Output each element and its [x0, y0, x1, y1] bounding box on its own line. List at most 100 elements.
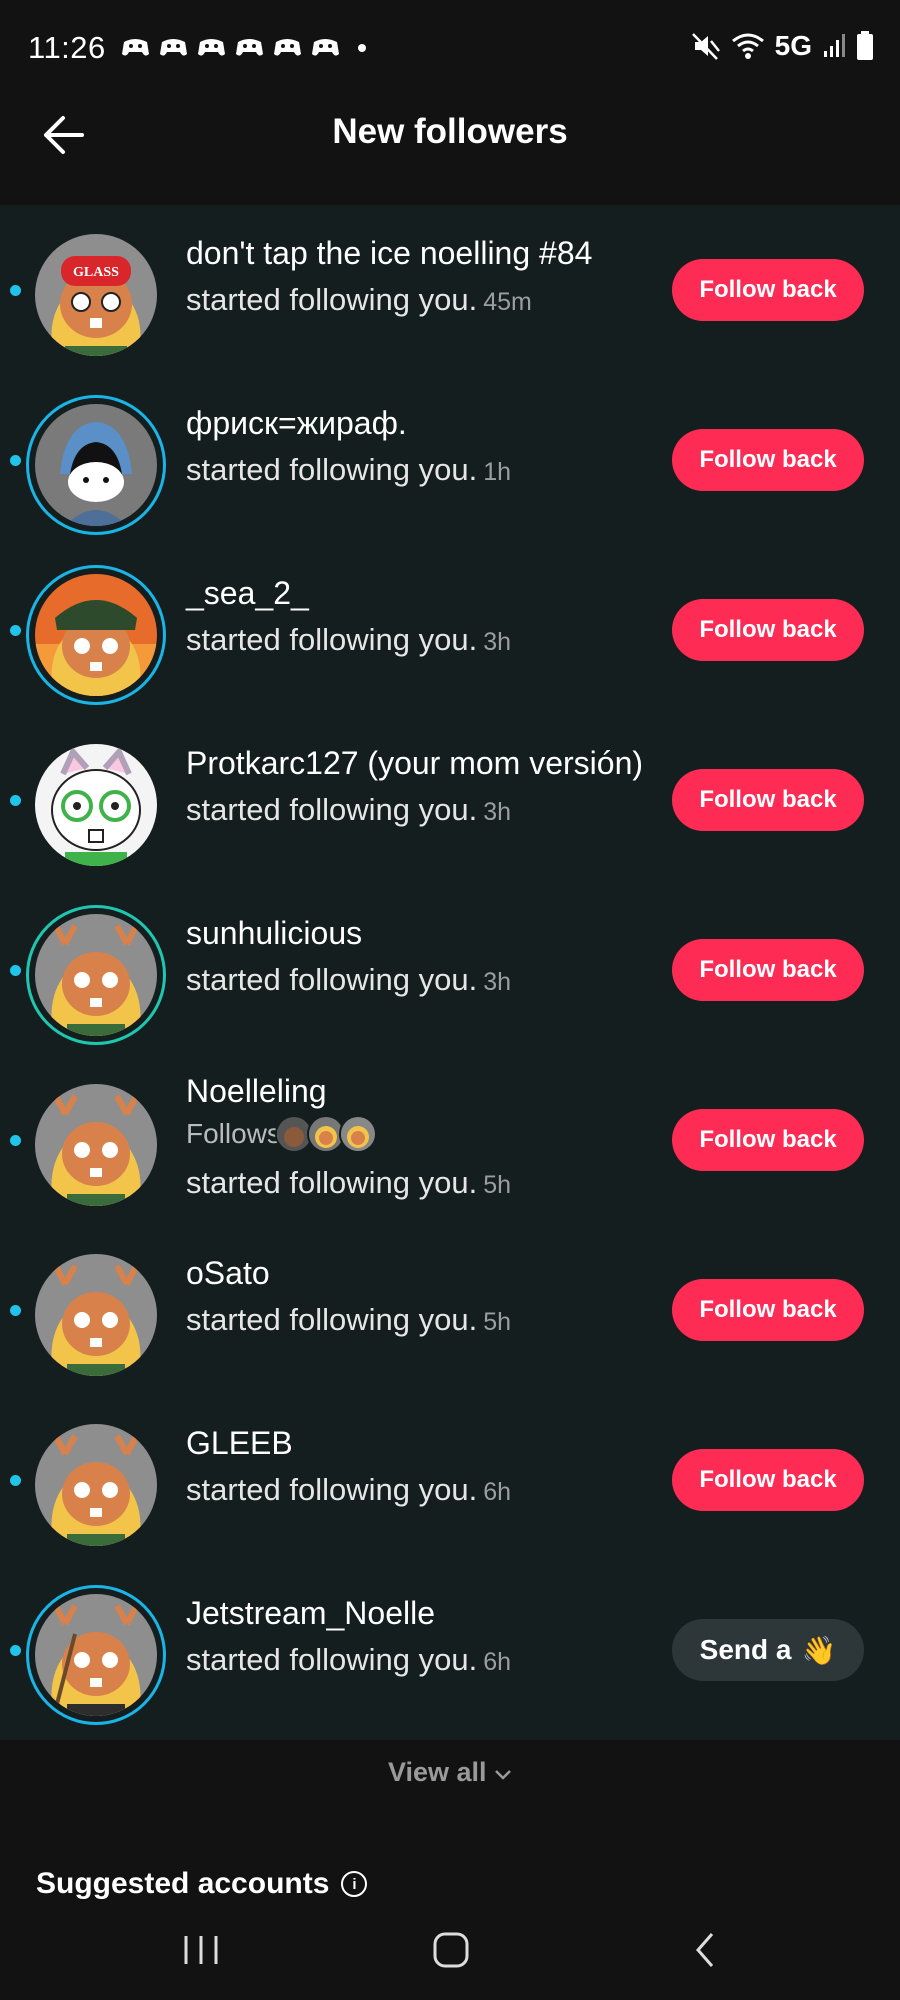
follower-row[interactable]: sunhulicious started following you. 3h Fo…	[0, 885, 900, 1055]
follower-name[interactable]: sunhulicious	[186, 915, 362, 952]
follower-row[interactable]: _sea_2_ started following you. 3h Follow …	[0, 545, 900, 715]
follow-back-button[interactable]: Follow back	[672, 599, 864, 661]
game-notification-icon	[198, 39, 225, 56]
follower-name[interactable]: GLEEB	[186, 1425, 293, 1462]
timestamp: 3h	[483, 798, 512, 826]
follower-activity: started following you. 5h	[186, 1165, 512, 1200]
home-icon[interactable]	[426, 1930, 476, 1970]
wave-emoji-icon: 👋	[801, 1634, 837, 1666]
timestamp: 5h	[483, 1171, 512, 1199]
notification-icons	[120, 36, 366, 60]
game-notification-icon	[236, 39, 263, 56]
avatar[interactable]	[26, 735, 166, 875]
avatar[interactable]	[26, 1075, 166, 1215]
mute-icon	[691, 33, 720, 60]
avatar-image	[35, 1424, 157, 1546]
unread-dot	[10, 1645, 21, 1656]
back-nav-icon[interactable]	[680, 1930, 730, 1970]
timestamp: 6h	[483, 1648, 512, 1676]
signal-icon	[824, 34, 845, 57]
follower-activity: started following you. 6h	[186, 1472, 512, 1507]
follower-activity: started following you. 1h	[186, 452, 512, 487]
follower-name[interactable]: don't tap the ice noelling #84	[186, 235, 592, 272]
game-notification-icon	[312, 39, 339, 56]
game-notification-icon	[274, 39, 301, 56]
follower-name[interactable]: Noelleling	[186, 1073, 327, 1110]
follow-back-button[interactable]: Follow back	[672, 769, 864, 831]
unread-dot	[10, 965, 21, 976]
view-all-button[interactable]: View all	[0, 1757, 900, 1788]
follower-name[interactable]: Jetstream_Noelle	[186, 1595, 435, 1632]
unread-dot	[10, 1475, 21, 1486]
more-notifications-dot	[358, 44, 366, 52]
follow-back-button[interactable]: Follow back	[672, 1109, 864, 1171]
avatar[interactable]: GLASS	[26, 225, 166, 365]
follower-row[interactable]: GLASS don't tap the ice noelling #84 sta…	[0, 205, 900, 375]
follower-activity: started following you. 3h	[186, 962, 512, 997]
avatar-image	[35, 1594, 157, 1716]
follower-activity: started following you. 3h	[186, 622, 512, 657]
wifi-icon	[731, 33, 764, 59]
mutual-follows[interactable]: Follows	[186, 1115, 377, 1153]
app-header: New followers	[0, 100, 900, 205]
page-title: New followers	[332, 112, 568, 151]
timestamp: 3h	[483, 968, 512, 996]
timestamp: 5h	[483, 1308, 512, 1336]
follower-row[interactable]: GLEEB started following you. 6h Follow ba…	[0, 1395, 900, 1565]
follower-row[interactable]: oSato started following you. 5h Follow ba…	[0, 1225, 900, 1395]
avatar[interactable]	[26, 1585, 166, 1725]
game-notification-icon	[160, 39, 187, 56]
follow-back-button[interactable]: Follow back	[672, 429, 864, 491]
avatar[interactable]	[26, 1245, 166, 1385]
follower-row[interactable]: Jetstream_Noelle started following you. 6…	[0, 1565, 900, 1735]
unread-dot	[10, 625, 21, 636]
avatar[interactable]	[26, 1415, 166, 1555]
follower-activity: started following you. 3h	[186, 792, 512, 827]
unread-dot	[10, 1135, 21, 1146]
timestamp: 45m	[483, 288, 532, 316]
recent-apps-icon[interactable]	[176, 1930, 226, 1970]
followers-list: GLASS don't tap the ice noelling #84 sta…	[0, 205, 900, 1740]
suggested-accounts-heading: Suggested accounts i	[36, 1867, 368, 1901]
unread-dot	[10, 455, 21, 466]
follower-activity: started following you. 6h	[186, 1642, 512, 1677]
send-wave-button[interactable]: Send a 👋	[672, 1619, 864, 1681]
avatar[interactable]	[26, 395, 166, 535]
avatar-image	[35, 1084, 157, 1206]
avatar-image	[35, 574, 157, 696]
status-bar: 11:26 5G	[0, 0, 900, 100]
follower-row[interactable]: Protkarc127 (your mom versión) started f…	[0, 715, 900, 885]
follow-back-button[interactable]: Follow back	[672, 259, 864, 321]
mutual-avatar	[338, 1115, 377, 1153]
system-nav-bar	[0, 1900, 900, 2000]
follow-back-button[interactable]: Follow back	[672, 939, 864, 1001]
follower-name[interactable]: Protkarc127 (your mom versión)	[186, 745, 643, 782]
battery-icon	[857, 31, 873, 60]
follower-name[interactable]: фриск=жираф.	[186, 405, 407, 442]
follow-back-button[interactable]: Follow back	[672, 1279, 864, 1341]
timestamp: 1h	[483, 458, 512, 486]
avatar[interactable]	[26, 905, 166, 1045]
follower-activity: started following you. 5h	[186, 1302, 512, 1337]
follower-activity: started following you. 45m	[186, 282, 532, 317]
avatar-image	[35, 914, 157, 1036]
follower-row[interactable]: фриск=жираф. started following you. 1h Fo…	[0, 375, 900, 545]
unread-dot	[10, 795, 21, 806]
network-label: 5G	[774, 30, 812, 61]
follow-back-button[interactable]: Follow back	[672, 1449, 864, 1511]
avatar[interactable]	[26, 565, 166, 705]
avatar-image	[35, 404, 157, 526]
game-notification-icon	[122, 39, 149, 56]
chevron-down-icon	[495, 1770, 511, 1780]
info-icon[interactable]: i	[341, 1871, 368, 1897]
follower-name[interactable]: _sea_2_	[186, 575, 309, 612]
follower-name[interactable]: oSato	[186, 1255, 270, 1292]
follower-row[interactable]: Noelleling Follows started following you…	[0, 1055, 900, 1225]
timestamp: 3h	[483, 628, 512, 656]
unread-dot	[10, 1305, 21, 1316]
avatar-image: GLASS	[35, 234, 157, 356]
clock: 11:26	[28, 30, 106, 65]
hat-text: GLASS	[73, 265, 119, 280]
avatar-image	[35, 1254, 157, 1376]
timestamp: 6h	[483, 1478, 512, 1506]
